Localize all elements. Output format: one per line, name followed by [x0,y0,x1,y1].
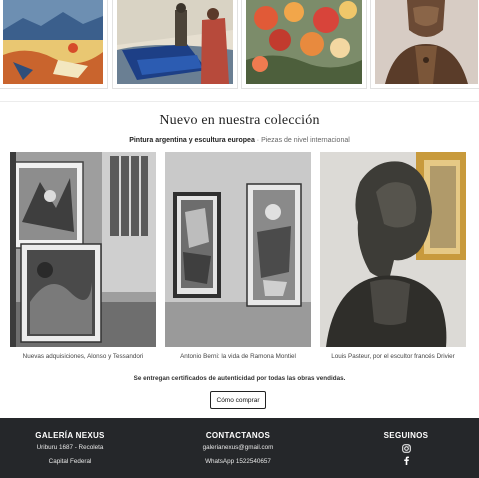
footer-contact-title: CONTACTANOS [205,431,271,440]
footer: GALERÍA NEXUS Uriburu 1687 - Recoleta Ca… [0,418,479,478]
berni-photo [165,152,311,347]
footer-address-line2: Capital Federal [48,458,92,465]
footer-follow-column: SEGUINOS [356,431,456,468]
footer-contact-column: CONTACTANOS galerianexus@gmail.com Whats… [182,431,294,472]
artwork-caption-berni: Antonio Berni: la vida de Ramona Montiel [180,353,296,360]
artwork-caption-acquisitions: Nuevas adquisiciones, Alonso y Tessandor… [22,353,144,360]
painting-thumbnails-strip [0,0,479,92]
pasteur-bust-photo [320,152,466,347]
artwork-card-acquisitions[interactable] [10,152,156,347]
section-divider [0,101,479,102]
footer-whatsapp-link[interactable]: WhatsApp 1522540657 [182,458,294,465]
footer-gallery-column: GALERÍA NEXUS Uriburu 1687 - Recoleta Ca… [14,431,126,472]
thumbnail-fisherman-painting[interactable] [112,0,238,89]
facebook-icon[interactable] [403,456,410,465]
footer-address-line1: Uriburu 1687 - Recoleta [36,444,104,451]
how-to-buy-button[interactable]: Cómo comprar [210,391,266,409]
thumbnail-bronze-bust[interactable] [370,0,479,89]
subtitle-rest: · Piezas de nivel internacional [254,137,350,144]
flowers-painting-image [246,0,362,84]
instagram-icon[interactable] [401,444,411,453]
subtitle-highlight: Pintura argentina y escultura europea [129,137,255,144]
footer-follow-title: SEGUINOS [383,431,429,440]
section-subtitle: Pintura argentina y escultura europea · … [0,137,479,144]
footer-email-link[interactable]: galerianexus@gmail.com [182,444,294,451]
acquisitions-photo [10,152,156,347]
certificate-note: Se entregan certificados de autenticidad… [133,375,346,382]
bronze-bust-image [375,0,478,84]
section-title: Nuevo en nuestra colección [159,113,320,128]
harbor-painting-image [3,0,103,84]
fisherman-painting-image [117,0,233,84]
thumbnail-flowers-painting[interactable] [241,0,367,89]
thumbnail-harbor-painting[interactable] [0,0,108,89]
artwork-card-pasteur[interactable] [320,152,466,347]
artwork-caption-pasteur: Louis Pasteur, por el escultor francés D… [331,353,455,360]
artwork-card-berni[interactable] [165,152,311,347]
footer-gallery-title: GALERÍA NEXUS [35,431,105,440]
